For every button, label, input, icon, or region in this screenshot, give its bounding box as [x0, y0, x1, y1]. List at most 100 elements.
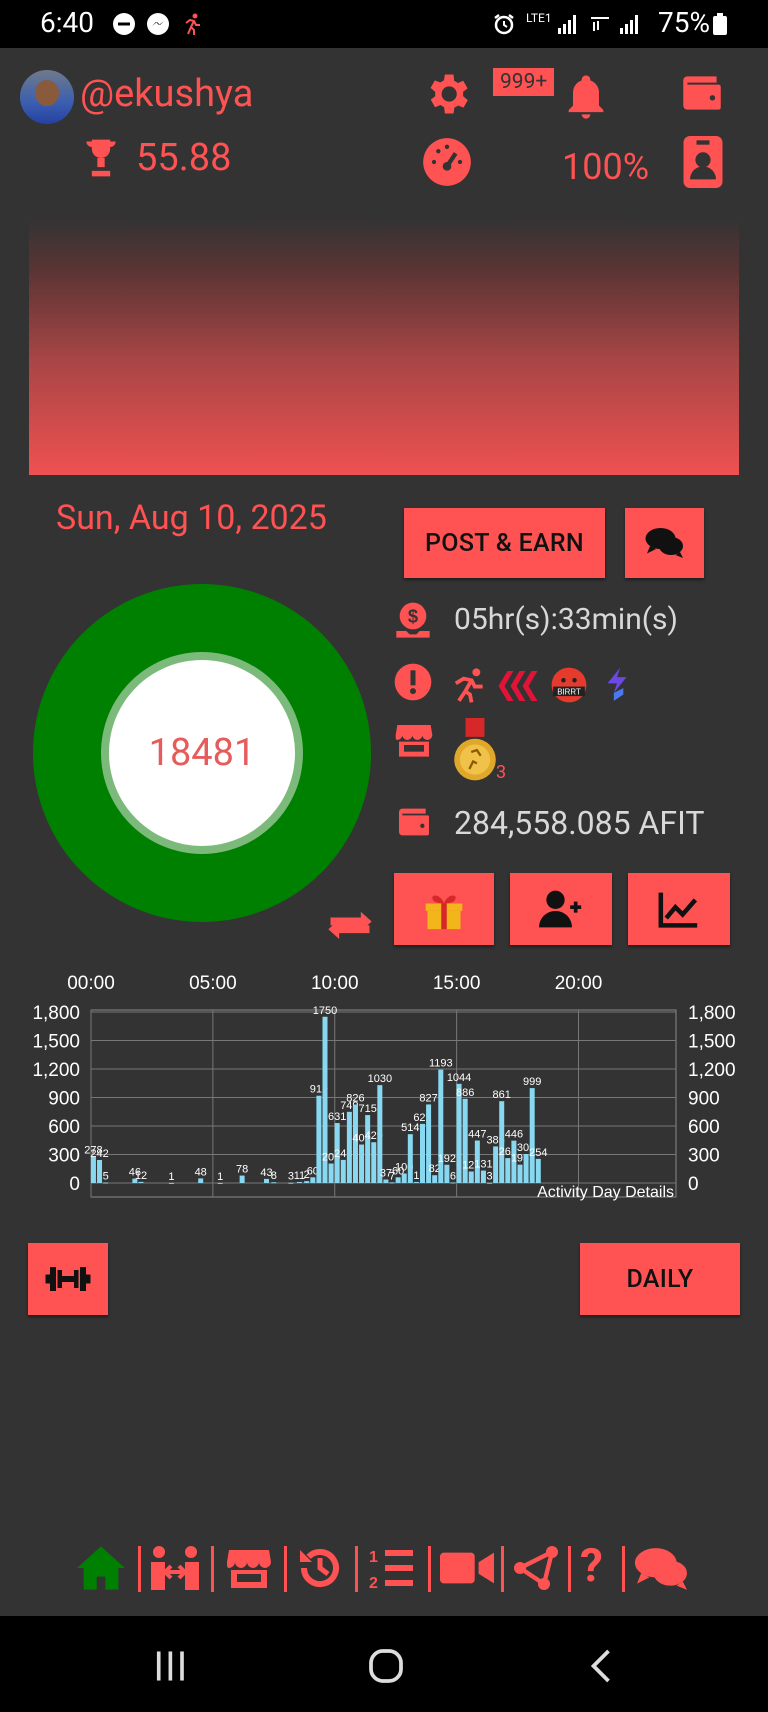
wallet-balance-icon	[399, 808, 429, 836]
y-tick-label: 900	[48, 1089, 80, 1110]
y-tick-label: 300	[48, 1146, 80, 1167]
svg-text:2: 2	[369, 1575, 378, 1592]
trophy-score: 55.88	[136, 136, 232, 180]
x-tick-label: 10:00	[311, 973, 359, 994]
steps-counter[interactable]: 18481	[109, 660, 295, 846]
chart-bar	[359, 1144, 365, 1183]
coach-icon[interactable]	[148, 1544, 202, 1592]
comments-icon	[645, 528, 683, 558]
swap-icon[interactable]	[324, 900, 376, 952]
bar-value-label: 3	[486, 1171, 492, 1183]
bar-value-label: 78	[236, 1164, 248, 1176]
dumbbell-icon	[45, 1267, 91, 1291]
add-friend-button[interactable]	[510, 873, 612, 945]
wallet-icon[interactable]	[676, 68, 728, 118]
chart-bar	[217, 1182, 223, 1184]
bar-value-label: 1	[217, 1171, 223, 1183]
bar-value-label: 131	[474, 1159, 492, 1171]
y-tick-label-right: 1,200	[688, 1060, 736, 1081]
signal-2-icon	[620, 15, 638, 34]
bar-value-label: 827	[419, 1092, 437, 1104]
avatar[interactable]	[20, 70, 74, 124]
bar-value-label: 1750	[313, 1005, 337, 1017]
bar-value-label: 446	[505, 1129, 523, 1141]
bar-value-label: 8	[271, 1170, 277, 1182]
android-navigation-bar	[0, 1616, 768, 1712]
alarm-icon	[494, 14, 514, 35]
workout-button[interactable]	[28, 1243, 108, 1315]
chart-bar	[420, 1123, 425, 1183]
nav-separator	[501, 1546, 504, 1592]
y-tick-label-right: 300	[688, 1146, 720, 1167]
steps-value: 18481	[148, 731, 256, 775]
chart-bar	[304, 1181, 310, 1183]
chart-bar	[413, 1181, 419, 1183]
status-time: 6:40	[40, 6, 94, 39]
help-icon[interactable]: ?	[580, 1540, 603, 1592]
chart-bar	[529, 1088, 535, 1183]
bar-value-label: 12	[135, 1170, 147, 1182]
history-icon[interactable]	[296, 1544, 344, 1592]
chart-bar	[365, 1115, 371, 1183]
svg-text:1: 1	[369, 1549, 378, 1566]
store-icon[interactable]	[393, 720, 435, 760]
x-tick-label: 00:00	[67, 973, 115, 994]
chart-bar	[97, 1160, 103, 1183]
chart-bar	[310, 1177, 316, 1183]
post-earn-button[interactable]: POST & EARN	[404, 508, 605, 578]
svg-text:$: $	[408, 606, 418, 627]
nav-separator	[622, 1546, 625, 1592]
id-badge-icon[interactable]	[682, 136, 724, 188]
home-icon[interactable]	[75, 1544, 127, 1592]
nav-separator	[284, 1546, 287, 1592]
chat-icon[interactable]	[632, 1544, 692, 1594]
bar-value-label: 48	[195, 1166, 207, 1178]
bar-value-label: 514	[401, 1122, 419, 1134]
chat-button[interactable]	[625, 508, 704, 578]
list-icon[interactable]: 12	[366, 1544, 416, 1592]
battery-percent: 75%	[658, 6, 710, 39]
bar-value-label: 447	[468, 1129, 486, 1141]
bar-value-label: 1044	[447, 1072, 471, 1084]
y-tick-label: 0	[69, 1174, 80, 1195]
chart-bar	[493, 1146, 499, 1183]
bar-value-label: 1	[168, 1171, 174, 1183]
chart-bar	[468, 1171, 474, 1183]
svg-text:BIRRT: BIRRT	[557, 688, 581, 697]
store-nav-icon[interactable]	[224, 1544, 274, 1592]
gift-button[interactable]	[394, 873, 494, 945]
volte-label: LTE1	[526, 11, 552, 25]
gear-icon[interactable]	[421, 68, 473, 120]
bar-value-label: 886	[456, 1087, 474, 1099]
stats-button[interactable]	[628, 873, 730, 945]
daily-button[interactable]: DAILY	[580, 1243, 740, 1315]
bar-value-label: 715	[358, 1103, 376, 1115]
nav-separator	[568, 1546, 571, 1592]
chart-line-icon	[658, 892, 698, 928]
balance-value: 284,558.085 AFIT	[454, 804, 705, 842]
video-icon[interactable]	[440, 1546, 494, 1590]
user-plus-icon	[539, 890, 582, 928]
nav-separator	[138, 1546, 141, 1592]
bell-icon[interactable]	[560, 70, 612, 124]
trophy-icon	[86, 139, 116, 177]
home-button-icon[interactable]	[367, 1648, 405, 1684]
gauge-icon[interactable]	[421, 136, 473, 188]
bar-value-label: 631	[328, 1111, 346, 1123]
status-bar: 6:40 LTE1 75%	[0, 0, 768, 48]
y-tick-label-right: 0	[688, 1174, 699, 1195]
alert-icon[interactable]	[393, 662, 433, 702]
chart-bar	[432, 1175, 438, 1183]
timer-value: 05hr(s):33min(s)	[454, 602, 678, 637]
y-tick-label: 1,800	[32, 1003, 80, 1024]
recent-apps-icon[interactable]	[152, 1650, 188, 1682]
x-tick-label: 05:00	[189, 973, 237, 994]
back-icon[interactable]	[588, 1648, 614, 1684]
percent-value: 100%	[562, 146, 650, 188]
chart-bar	[505, 1158, 511, 1183]
chart-bar	[316, 1095, 322, 1183]
chart-bar	[517, 1164, 523, 1183]
share-icon[interactable]	[512, 1544, 560, 1592]
chart-bar	[444, 1164, 450, 1183]
y-tick-label-right: 1,500	[688, 1032, 736, 1053]
